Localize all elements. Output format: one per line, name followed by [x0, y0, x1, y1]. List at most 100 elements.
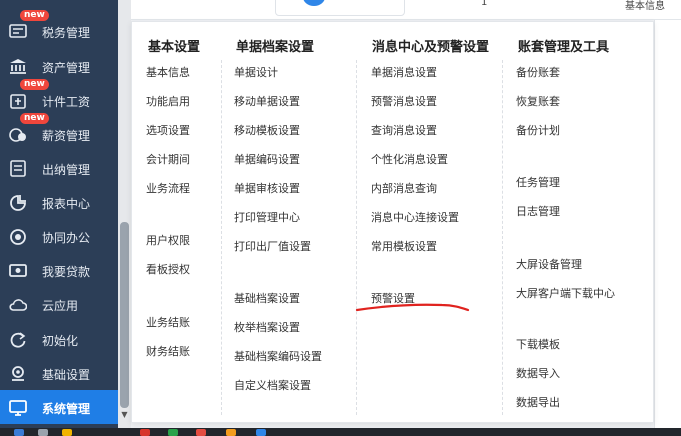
menu-item-board-authorization[interactable]: 看板授权 [146, 261, 190, 277]
background-card [275, 0, 405, 16]
cashier-icon [8, 159, 28, 177]
sidebar-item-init[interactable]: 初始化 [0, 322, 118, 356]
taskbar-app-icon[interactable] [256, 429, 266, 436]
column-title-account-tools: 账套管理及工具 [518, 40, 610, 55]
sidebar-item-label: 计件工资 [42, 95, 91, 109]
column-title-basic-settings: 基本设置 [148, 40, 201, 55]
taskbar-app-icon[interactable] [38, 429, 48, 436]
sidebar-item-system[interactable]: 系统管理 [0, 390, 118, 424]
menu-item-business-process[interactable]: 业务流程 [146, 180, 190, 196]
sidebar-item-label: 出纳管理 [42, 163, 91, 177]
system-icon [8, 398, 28, 416]
menu-item-backup-account[interactable]: 备份账套 [516, 64, 560, 80]
menu-item-print-center[interactable]: 打印管理中心 [234, 209, 300, 225]
column-divider [502, 60, 503, 415]
new-badge: new [20, 79, 49, 90]
menu-item-accounting-period[interactable]: 会计期间 [146, 151, 190, 167]
menu-item-screen-device[interactable]: 大屏设备管理 [516, 256, 582, 272]
new-badge: new [20, 10, 49, 21]
menu-item-data-import[interactable]: 数据导入 [516, 365, 560, 381]
menu-item-enum-archive[interactable]: 枚举档案设置 [234, 319, 300, 335]
sidebar-item-label: 资产管理 [42, 61, 91, 75]
taskbar-app-icon[interactable] [140, 429, 150, 436]
bank-icon [8, 57, 28, 75]
menu-item-basic-info[interactable]: 基本信息 [146, 64, 190, 80]
menu-item-log-management[interactable]: 日志管理 [516, 203, 560, 219]
background-row-text: 基本信息 [625, 1, 665, 12]
menu-item-document-message[interactable]: 单据消息设置 [371, 64, 437, 80]
menu-item-options[interactable]: 选项设置 [146, 122, 190, 138]
sidebar-item-collaboration[interactable]: 协同办公 [0, 219, 118, 253]
system-management-menu: 基本设置 单据档案设置 消息中心及预警设置 账套管理及工具 基本信息 功能启用 … [131, 21, 654, 423]
sidebar-item-label: 我要贷款 [42, 265, 91, 279]
menu-item-document-design[interactable]: 单据设计 [234, 64, 278, 80]
menu-item-print-factory[interactable]: 打印出厂值设置 [234, 238, 311, 254]
scrollbar-thumb[interactable] [120, 222, 129, 408]
red-underline-annotation [355, 303, 470, 312]
sidebar-item-label: 云应用 [42, 299, 79, 313]
background-row-number: 1 [481, 0, 488, 8]
init-icon [8, 330, 28, 348]
taskbar-app-icon[interactable] [226, 429, 236, 436]
column-title-document-settings: 单据档案设置 [236, 40, 315, 55]
sidebar-item-label: 税务管理 [42, 26, 91, 40]
sidebar-item-loan[interactable]: 我要贷款 [0, 253, 118, 287]
sidebar-item-label: 系统管理 [42, 402, 91, 416]
report-icon [8, 193, 28, 211]
salary-icon [8, 125, 28, 143]
settings-icon [8, 364, 28, 382]
column-title-message-settings: 消息中心及预警设置 [372, 40, 490, 55]
sidebar: new 税务管理 资产管理 new 计件工资 new 薪资管理 出纳管理 报表中… [0, 0, 118, 428]
menu-item-feature-enable[interactable]: 功能启用 [146, 93, 190, 109]
menu-item-alert-message[interactable]: 预警消息设置 [371, 93, 437, 109]
new-badge: new [20, 113, 49, 124]
sidebar-item-cloud[interactable]: 云应用 [0, 287, 118, 321]
sidebar-item-tax[interactable]: new 税务管理 [0, 10, 118, 48]
menu-item-common-template[interactable]: 常用模板设置 [371, 238, 437, 254]
menu-item-download-template[interactable]: 下载模板 [516, 336, 560, 352]
tax-icon [8, 22, 28, 40]
menu-item-finance-closing[interactable]: 财务结账 [146, 343, 190, 359]
menu-item-data-export[interactable]: 数据导出 [516, 394, 560, 410]
sidebar-scrollbar[interactable]: ▼ [118, 0, 131, 428]
menu-item-message-connection[interactable]: 消息中心连接设置 [371, 209, 459, 225]
sidebar-item-cashier[interactable]: 出纳管理 [0, 151, 118, 185]
taskbar [0, 428, 681, 436]
menu-item-query-message[interactable]: 查询消息设置 [371, 122, 437, 138]
menu-item-mobile-template[interactable]: 移动模板设置 [234, 122, 300, 138]
menu-item-base-archive[interactable]: 基础档案设置 [234, 290, 300, 306]
collaboration-icon [8, 227, 28, 245]
menu-item-screen-client-download[interactable]: 大屏客户端下载中心 [516, 285, 615, 301]
background-header: 1 基本信息 [131, 0, 681, 20]
sidebar-item-label: 薪资管理 [42, 129, 91, 143]
taskbar-app-icon[interactable] [14, 429, 24, 436]
sidebar-item-basic-settings[interactable]: 基础设置 [0, 356, 118, 390]
taskbar-app-icon[interactable] [168, 429, 178, 436]
sidebar-item-report[interactable]: 报表中心 [0, 185, 118, 219]
column-divider [221, 60, 222, 415]
column-divider [356, 60, 357, 415]
app-root: 1 基本信息 new 税务管理 资产管理 new 计件工资 new 薪资管理 出… [0, 0, 681, 436]
menu-item-custom-archive[interactable]: 自定义档案设置 [234, 377, 311, 393]
menu-item-task-management[interactable]: 任务管理 [516, 174, 560, 190]
menu-item-document-coding[interactable]: 单据编码设置 [234, 151, 300, 167]
menu-item-business-closing[interactable]: 业务结账 [146, 314, 190, 330]
scroll-down-icon[interactable]: ▼ [120, 410, 129, 420]
sidebar-item-piece-wage[interactable]: new 计件工资 [0, 79, 118, 117]
menu-item-archive-coding[interactable]: 基础档案编码设置 [234, 348, 322, 364]
menu-item-user-permissions[interactable]: 用户权限 [146, 232, 190, 248]
menu-item-mobile-document[interactable]: 移动单据设置 [234, 93, 300, 109]
menu-item-document-audit[interactable]: 单据审核设置 [234, 180, 300, 196]
cloud-icon [8, 295, 28, 313]
sidebar-item-salary[interactable]: new 薪资管理 [0, 113, 118, 151]
taskbar-app-icon[interactable] [62, 429, 72, 436]
menu-item-internal-message[interactable]: 内部消息查询 [371, 180, 437, 196]
taskbar-app-icon[interactable] [196, 429, 206, 436]
menu-item-backup-plan[interactable]: 备份计划 [516, 122, 560, 138]
sidebar-item-label: 基础设置 [42, 368, 91, 382]
sidebar-item-label: 协同办公 [42, 231, 91, 245]
sidebar-item-assets[interactable]: 资产管理 [0, 49, 118, 83]
sidebar-item-label: 初始化 [42, 334, 79, 348]
menu-item-personal-message[interactable]: 个性化消息设置 [371, 151, 448, 167]
menu-item-restore-account[interactable]: 恢复账套 [516, 93, 560, 109]
